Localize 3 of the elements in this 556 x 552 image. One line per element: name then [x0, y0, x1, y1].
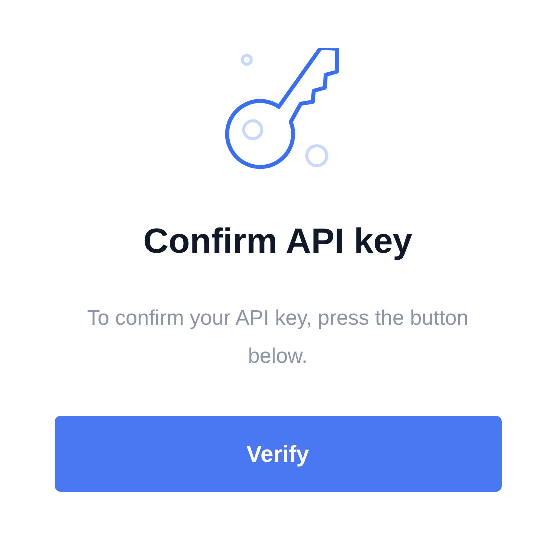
verify-button[interactable]: Verify: [54, 416, 502, 492]
description: To confirm your API key, press the button below.: [86, 306, 470, 370]
title: Confirm API key: [143, 221, 413, 263]
